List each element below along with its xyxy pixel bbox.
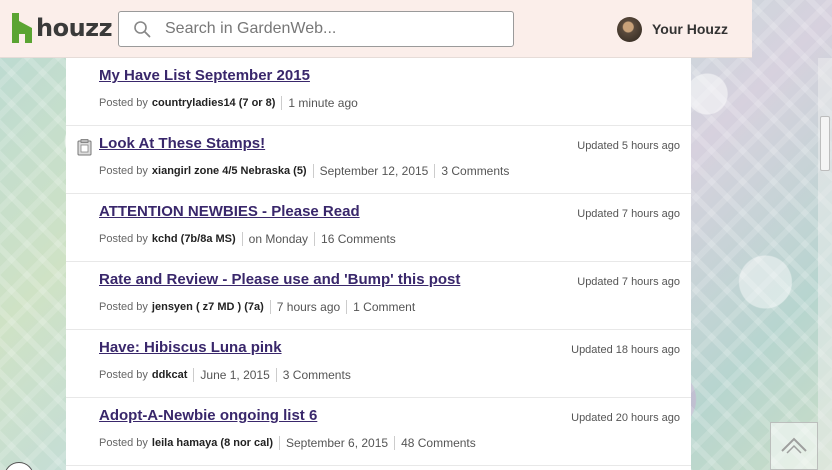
author-link[interactable]: jensyen ( z7 MD ) (7a) xyxy=(152,301,264,313)
avatar[interactable] xyxy=(617,16,642,42)
meta-divider xyxy=(275,368,277,382)
comments-count-link[interactable]: 3 Comments xyxy=(441,164,509,178)
meta-divider xyxy=(241,232,243,246)
updated-time: Updated 5 hours ago xyxy=(577,140,680,152)
discussion-meta: Posted by xiangirl zone 4/5 Nebraska (5)… xyxy=(99,164,509,178)
discussion-row: Rate and Review - Please use and 'Bump' … xyxy=(66,262,691,330)
author-link[interactable]: kchd (7b/8a MS) xyxy=(152,233,236,245)
your-houzz-menu[interactable]: Your Houzz xyxy=(617,16,728,42)
post-date: June 1, 2015 xyxy=(200,368,270,382)
post-date: 1 minute ago xyxy=(288,96,358,110)
author-link[interactable]: xiangirl zone 4/5 Nebraska (5) xyxy=(152,165,307,177)
comments-count-link[interactable]: 3 Comments xyxy=(283,368,351,382)
comments-count-link[interactable]: 1 Comment xyxy=(353,300,415,314)
discussion-row: Adopt-A-Newbie ongoing list 6 Updated 20… xyxy=(66,398,691,466)
meta-divider xyxy=(278,436,280,450)
meta-divider xyxy=(281,96,283,110)
updated-time: Updated 20 hours ago xyxy=(571,412,680,424)
discussion-title-link[interactable]: Rate and Review - Please use and 'Bump' … xyxy=(99,271,460,288)
houzz-logo[interactable]: houzz xyxy=(12,13,113,43)
discussion-title-link[interactable]: Adopt-A-Newbie ongoing list 6 xyxy=(99,407,317,424)
meta-divider xyxy=(312,164,314,178)
scrollbar-thumb[interactable] xyxy=(820,116,830,171)
updated-time: Updated 7 hours ago xyxy=(577,208,680,220)
search-box[interactable] xyxy=(118,11,514,47)
your-houzz-label: Your Houzz xyxy=(652,21,728,37)
post-date: on Monday xyxy=(248,232,309,246)
posted-by-label: Posted by xyxy=(99,301,148,313)
comments-count-link[interactable]: 16 Comments xyxy=(321,232,396,246)
discussion-meta: Posted by ddkcat June 1, 2015 3 Comments xyxy=(99,368,351,382)
chevron-up-icon xyxy=(779,434,809,459)
author-link[interactable]: countryladies14 (7 or 8) xyxy=(152,97,276,109)
posted-by-label: Posted by xyxy=(99,437,148,449)
post-date: September 6, 2015 xyxy=(285,436,389,450)
updated-time: Updated 7 hours ago xyxy=(577,276,680,288)
top-header: houzz Your Houzz xyxy=(0,0,752,58)
meta-divider xyxy=(314,232,316,246)
post-date: September 12, 2015 xyxy=(319,164,429,178)
discussion-row: My Have List September 2015 Posted by co… xyxy=(66,58,691,126)
posted-by-label: Posted by xyxy=(99,233,148,245)
discussion-meta: Posted by jensyen ( z7 MD ) (7a) 7 hours… xyxy=(99,300,415,314)
updated-time: Updated 18 hours ago xyxy=(571,344,680,356)
meta-divider xyxy=(346,300,348,314)
discussion-meta: Posted by leila hamaya (8 nor cal) Septe… xyxy=(99,436,476,450)
back-to-top-button[interactable] xyxy=(770,422,818,470)
discussion-title-link[interactable]: ATTENTION NEWBIES - Please Read xyxy=(99,203,360,220)
meta-divider xyxy=(394,436,396,450)
search-input[interactable] xyxy=(165,14,513,44)
meta-divider xyxy=(269,300,271,314)
posted-by-label: Posted by xyxy=(99,97,148,109)
post-date: 7 hours ago xyxy=(276,300,341,314)
logo-text: houzz xyxy=(36,14,113,42)
discussion-title-link[interactable]: Look At These Stamps! xyxy=(99,135,265,152)
discussion-row: Have: Hibiscus Luna pink Updated 18 hour… xyxy=(66,330,691,398)
houzz-logo-icon xyxy=(12,13,32,43)
author-link[interactable]: leila hamaya (8 nor cal) xyxy=(152,437,273,449)
help-button[interactable] xyxy=(4,462,34,470)
clipboard-icon xyxy=(77,139,92,156)
discussion-title-link[interactable]: Have: Hibiscus Luna pink xyxy=(99,339,282,356)
posted-by-label: Posted by xyxy=(99,369,148,381)
discussion-list: My Have List September 2015 Posted by co… xyxy=(66,58,691,470)
discussion-meta: Posted by kchd (7b/8a MS) on Monday 16 C… xyxy=(99,232,396,246)
discussion-meta: Posted by countryladies14 (7 or 8) 1 min… xyxy=(99,96,364,110)
posted-by-label: Posted by xyxy=(99,165,148,177)
comments-count-link[interactable]: 48 Comments xyxy=(401,436,476,450)
search-icon[interactable] xyxy=(119,12,165,46)
discussion-row: ATTENTION NEWBIES - Please Read Updated … xyxy=(66,194,691,262)
meta-divider xyxy=(193,368,195,382)
page-scrollbar[interactable] xyxy=(818,58,832,470)
discussion-row: Look At These Stamps! Updated 5 hours ag… xyxy=(66,126,691,194)
discussion-title-link[interactable]: My Have List September 2015 xyxy=(99,67,310,84)
author-link[interactable]: ddkcat xyxy=(152,369,187,381)
meta-divider xyxy=(434,164,436,178)
